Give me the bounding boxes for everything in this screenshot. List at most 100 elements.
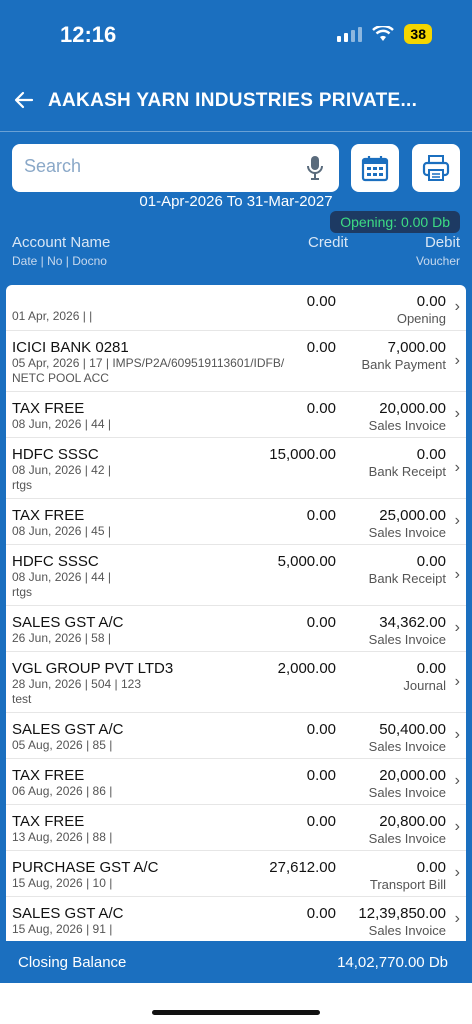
row-credit: 5,000.00 (277, 553, 336, 570)
row-meta: 08 Jun, 2026 | 45 | (12, 524, 111, 538)
print-button[interactable] (412, 144, 460, 192)
table-row[interactable]: HDFC SSSC 08 Jun, 2026 | 42 | rtgs 15,000.… (6, 438, 466, 499)
row-debit: 25,000.00 (379, 507, 446, 524)
status-bar: 12:16 38 (0, 0, 472, 70)
search-input[interactable] (24, 156, 294, 177)
row-voucher-type: Bank Receipt (368, 571, 446, 586)
chevron-right-icon: › (454, 405, 460, 422)
row-credit: 0.00 (306, 339, 336, 356)
credit-header: Credit (307, 234, 348, 251)
row-debit: 12,39,850.00 (358, 905, 446, 922)
header-divider (0, 131, 472, 132)
row-debit: 0.00 (416, 446, 446, 463)
row-meta: 01 Apr, 2026 | | (12, 309, 93, 323)
row-account-name: TAX FREE (12, 813, 85, 830)
table-row[interactable]: ICICI BANK 0281 05 Apr, 2026 | 17 | IMPS/… (6, 331, 466, 392)
table-row[interactable]: TAX FREE 13 Aug, 2026 | 88 | 0.00 20,800.00… (6, 805, 466, 851)
chevron-right-icon: › (454, 818, 460, 835)
table-row[interactable]: TAX FREE 08 Jun, 2026 | 44 | 0.00 20,000.00… (6, 392, 466, 438)
chevron-right-icon: › (454, 864, 460, 881)
row-voucher-type: Sales Invoice (368, 632, 446, 647)
table-row[interactable]: 01 Apr, 2026 | | 0.00 0.00 Opening › (6, 285, 466, 331)
row-credit: 0.00 (306, 293, 336, 310)
ledger-list[interactable]: 01 Apr, 2026 | | 0.00 0.00 Opening › ICICI BA… (6, 285, 466, 941)
signal-icon (337, 26, 363, 42)
chevron-right-icon: › (454, 298, 460, 315)
table-row[interactable]: SALES GST A/C 05 Aug, 2026 | 85 | 0.00 50,4… (6, 713, 466, 759)
back-arrow-icon[interactable] (12, 88, 36, 112)
row-voucher-type: Opening (396, 311, 446, 326)
row-credit: 27,612.00 (269, 859, 336, 876)
row-account-name: TAX FREE (12, 507, 85, 524)
chevron-right-icon: › (454, 910, 460, 927)
chevron-right-icon: › (454, 459, 460, 476)
column-header-account: Account Name Date | No | Docno (12, 234, 110, 268)
row-credit: 0.00 (306, 614, 336, 631)
calendar-icon (361, 156, 389, 182)
row-voucher-type: Sales Invoice (368, 525, 446, 540)
row-debit: 50,400.00 (379, 721, 446, 738)
row-credit: 0.00 (306, 507, 336, 524)
table-row[interactable]: TAX FREE 08 Jun, 2026 | 45 | 0.00 25,000.00… (6, 499, 466, 545)
row-voucher-type: Sales Invoice (368, 418, 446, 433)
row-meta: 05 Apr, 2026 | 17 | IMPS/P2A/60951911360… (12, 356, 285, 385)
chevron-right-icon: › (454, 352, 460, 369)
row-credit: 0.00 (306, 721, 336, 738)
row-credit: 0.00 (306, 905, 336, 922)
table-row[interactable]: SALES GST A/C 26 Jun, 2026 | 58 | 0.00 34,3… (6, 606, 466, 652)
table-row[interactable]: SALES GST A/C 15 Aug, 2026 | 91 | 0.00 12,3… (6, 897, 466, 941)
wifi-icon (372, 26, 395, 41)
calendar-button[interactable] (351, 144, 399, 192)
row-debit: 0.00 (416, 293, 446, 310)
table-row[interactable]: TAX FREE 06 Aug, 2026 | 86 | 0.00 20,000.00… (6, 759, 466, 805)
row-meta: 06 Aug, 2026 | 86 | (12, 784, 113, 798)
row-debit: 0.00 (416, 859, 446, 876)
row-account-name: PURCHASE GST A/C (12, 859, 159, 876)
row-meta: 26 Jun, 2026 | 58 | (12, 631, 111, 645)
printer-icon (422, 155, 450, 181)
row-account-name: SALES GST A/C (12, 905, 124, 922)
row-credit: 0.00 (306, 400, 336, 417)
date-range[interactable]: 01-Apr-2026 To 31-Mar-2027 (0, 193, 472, 210)
row-meta: 15 Aug, 2026 | 91 | (12, 922, 113, 936)
home-indicator-area (0, 983, 472, 1024)
account-name-header: Account Name (12, 234, 111, 251)
closing-balance-value: 14,02,770.00 Db (337, 954, 448, 971)
row-credit: 2,000.00 (277, 660, 336, 677)
row-voucher-type: Sales Invoice (368, 785, 446, 800)
microphone-icon[interactable] (305, 154, 325, 182)
row-meta: 08 Jun, 2026 | 44 | (12, 417, 111, 431)
row-voucher-type: Journal (403, 678, 446, 693)
row-voucher-type: Transport Bill (369, 877, 446, 892)
row-debit: 20,800.00 (379, 813, 446, 830)
voucher-header: Voucher (415, 254, 460, 268)
row-credit: 15,000.00 (269, 446, 336, 463)
search-box[interactable] (12, 144, 339, 192)
table-row[interactable]: PURCHASE GST A/C 15 Aug, 2026 | 10 | 27,61… (6, 851, 466, 897)
row-debit: 20,000.00 (379, 767, 446, 784)
app-header: AAKASH YARN INDUSTRIES PRIVATE... (0, 80, 472, 124)
chevron-right-icon: › (454, 772, 460, 789)
home-indicator[interactable] (152, 1010, 320, 1015)
chevron-right-icon: › (454, 512, 460, 529)
closing-balance-bar: Closing Balance 14,02,770.00 Db (0, 941, 472, 983)
row-meta: 08 Jun, 2026 | 44 | rtgs (12, 570, 111, 599)
chevron-right-icon: › (454, 726, 460, 743)
row-debit: 0.00 (416, 553, 446, 570)
row-debit: 20,000.00 (379, 400, 446, 417)
chevron-right-icon: › (454, 566, 460, 583)
table-row[interactable]: VGL GROUP PVT LTD3 28 Jun, 2026 | 504 | 1… (6, 652, 466, 713)
row-meta: 15 Aug, 2026 | 10 | (12, 876, 113, 890)
row-debit: 0.00 (416, 660, 446, 677)
table-row[interactable]: HDFC SSSC 08 Jun, 2026 | 44 | rtgs 5,000.0… (6, 545, 466, 606)
chevron-right-icon: › (454, 619, 460, 636)
row-voucher-type: Sales Invoice (368, 923, 446, 938)
row-account-name: SALES GST A/C (12, 614, 124, 631)
row-voucher-type: Sales Invoice (368, 739, 446, 754)
row-meta: 28 Jun, 2026 | 504 | 123 test (12, 677, 142, 706)
page-title: AAKASH YARN INDUSTRIES PRIVATE... (48, 90, 418, 111)
row-credit: 0.00 (306, 813, 336, 830)
row-voucher-type: Bank Receipt (368, 464, 446, 479)
status-icons: 38 (337, 24, 432, 44)
row-credit: 0.00 (306, 767, 336, 784)
